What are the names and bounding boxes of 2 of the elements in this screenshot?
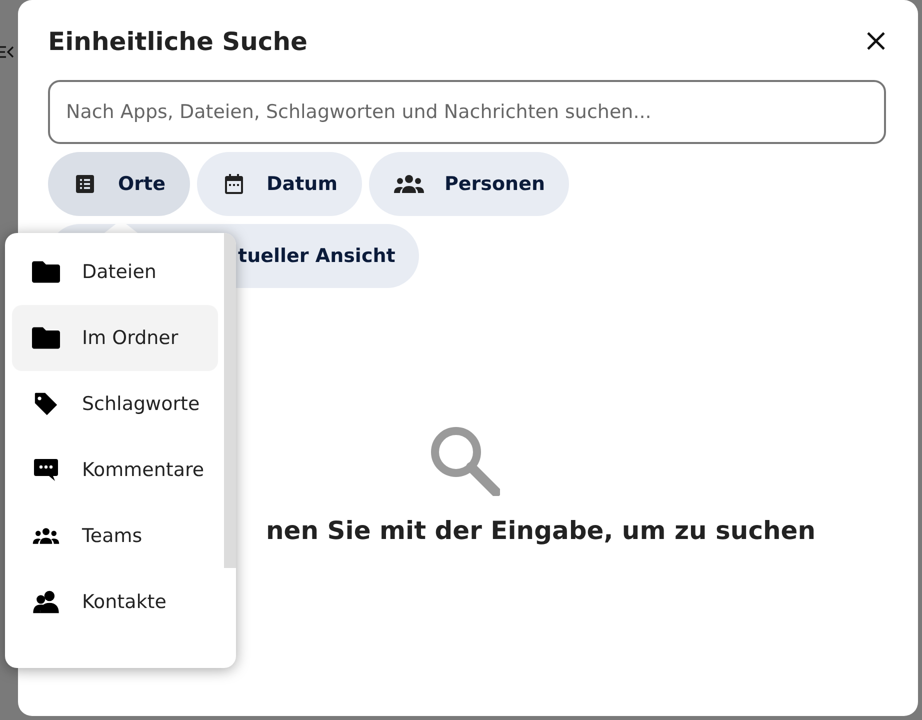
empty-message: nen Sie mit der Eingabe, um zu suchen bbox=[266, 516, 817, 545]
dialog-title: Einheitliche Suche bbox=[48, 26, 308, 56]
